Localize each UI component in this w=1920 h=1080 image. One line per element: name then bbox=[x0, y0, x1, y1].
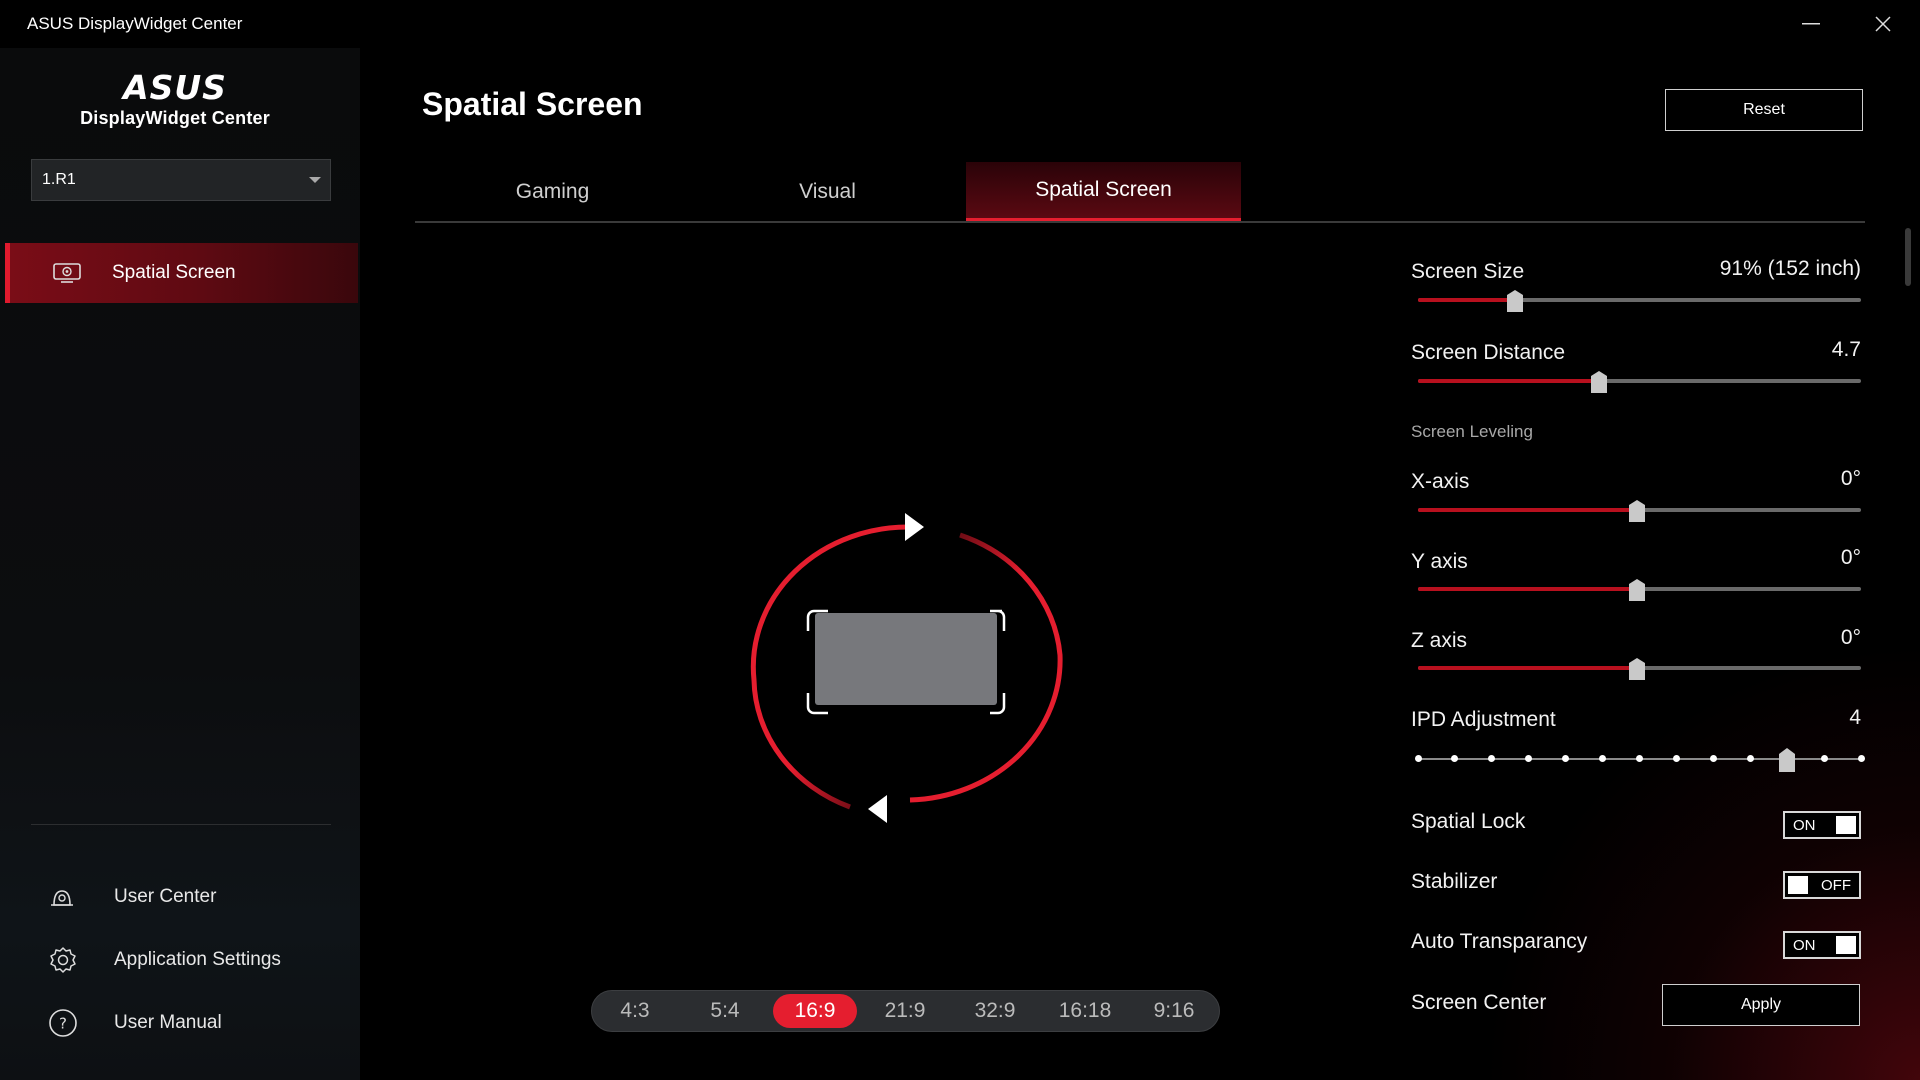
sidebar-item-application-settings[interactable]: Application Settings bbox=[48, 940, 281, 980]
ipd-adjustment-label: IPD Adjustment bbox=[1411, 708, 1556, 731]
ipd-step-dot[interactable] bbox=[1857, 755, 1865, 762]
device-select-value: 1.R1 bbox=[42, 171, 76, 188]
help-icon: ? bbox=[49, 1009, 77, 1037]
tab-gaming[interactable]: Gaming bbox=[415, 162, 690, 221]
sidebar: ASUS DisplayWidget Center 1.R1 Spatial S… bbox=[0, 48, 360, 1080]
ipd-stepped-slider[interactable] bbox=[1414, 748, 1865, 772]
ratio-option-16-18[interactable]: 16:18 bbox=[1043, 994, 1127, 1028]
aspect-ratio-selector: 4:3 5:4 16:9 21:9 32:9 16:18 9:16 bbox=[591, 990, 1220, 1032]
spatial-preview[interactable] bbox=[740, 505, 1070, 835]
sidebar-item-user-manual[interactable]: ? User Manual bbox=[48, 1003, 222, 1043]
ratio-option-16-9[interactable]: 16:9 bbox=[773, 994, 857, 1028]
auto-transparency-toggle[interactable]: ON bbox=[1783, 931, 1861, 959]
screen-center-label: Screen Center bbox=[1411, 991, 1547, 1014]
tab-bar: Gaming Visual Spatial Screen bbox=[415, 162, 1865, 223]
z-axis-label: Z axis bbox=[1411, 629, 1468, 652]
minimize-icon bbox=[1802, 23, 1820, 25]
ratio-option-9-16[interactable]: 9:16 bbox=[1132, 994, 1216, 1028]
spatial-lock-label: Spatial Lock bbox=[1411, 810, 1526, 833]
slider-thumb[interactable] bbox=[1629, 658, 1646, 680]
ipd-step-dot[interactable] bbox=[1451, 755, 1459, 762]
ipd-step-dot[interactable] bbox=[1746, 755, 1754, 762]
user-center-icon bbox=[51, 890, 73, 906]
ratio-option-32-9[interactable]: 32:9 bbox=[953, 994, 1037, 1028]
slider-thumb[interactable] bbox=[1590, 371, 1607, 393]
stabilizer-label: Stabilizer bbox=[1411, 870, 1498, 893]
sidebar-item-label: User Center bbox=[114, 886, 217, 907]
z-axis-value: 0° bbox=[1840, 626, 1861, 649]
screen-distance-value: 4.7 bbox=[1831, 338, 1861, 361]
sidebar-item-label: Application Settings bbox=[114, 949, 281, 970]
gear-icon bbox=[50, 947, 76, 973]
device-select[interactable]: 1.R1 bbox=[31, 159, 331, 201]
auto-transparency-label: Auto Transparancy bbox=[1411, 930, 1588, 953]
screen-distance-slider[interactable] bbox=[1418, 371, 1861, 393]
sidebar-divider bbox=[31, 824, 331, 825]
asus-logo: ASUS bbox=[120, 72, 227, 102]
sidebar-item-spatial-screen[interactable]: Spatial Screen bbox=[5, 243, 358, 303]
spatial-lock-toggle[interactable]: ON bbox=[1783, 811, 1861, 839]
x-axis-label: X-axis bbox=[1411, 470, 1470, 493]
screen-size-value: 91% (152 inch) bbox=[1719, 257, 1861, 280]
x-axis-slider[interactable] bbox=[1418, 500, 1861, 522]
screen-size-slider[interactable] bbox=[1418, 290, 1861, 312]
screen-distance-label: Screen Distance bbox=[1411, 341, 1566, 364]
window-title: ASUS DisplayWidget Center bbox=[27, 14, 243, 33]
ipd-step-dot[interactable] bbox=[1636, 755, 1643, 762]
toggle-state: ON bbox=[1793, 817, 1816, 834]
close-button[interactable] bbox=[1863, 8, 1903, 40]
ipd-step-dot[interactable] bbox=[1820, 755, 1828, 762]
y-axis-value: 0° bbox=[1840, 546, 1861, 569]
toggle-state: ON bbox=[1793, 937, 1816, 954]
ratio-option-21-9[interactable]: 21:9 bbox=[863, 994, 947, 1028]
screen-leveling-heading: Screen Leveling bbox=[1411, 422, 1533, 441]
ipd-step-dot[interactable] bbox=[1672, 755, 1680, 762]
brand-name: DisplayWidget Center bbox=[80, 108, 270, 128]
ipd-adjustment-value: 4 bbox=[1849, 706, 1861, 729]
sidebar-item-label: User Manual bbox=[114, 1012, 222, 1033]
y-axis-label: Y axis bbox=[1411, 550, 1468, 573]
ipd-step-dot[interactable] bbox=[1488, 755, 1496, 762]
virtual-screen bbox=[815, 613, 997, 705]
monitor-icon bbox=[53, 263, 81, 283]
minimize-button[interactable] bbox=[1791, 8, 1831, 40]
sidebar-item-label: Spatial Screen bbox=[112, 262, 236, 283]
slider-thumb[interactable] bbox=[1629, 579, 1646, 601]
svg-text:?: ? bbox=[59, 1015, 67, 1033]
x-axis-value: 0° bbox=[1840, 467, 1861, 490]
slider-thumb[interactable] bbox=[1507, 290, 1524, 312]
ipd-step-dot[interactable] bbox=[1525, 755, 1533, 762]
screen-size-label: Screen Size bbox=[1411, 260, 1525, 283]
tab-visual[interactable]: Visual bbox=[690, 162, 965, 221]
ipd-step-dot[interactable] bbox=[1599, 755, 1607, 762]
ipd-step-dot[interactable] bbox=[1709, 755, 1717, 762]
sidebar-item-user-center[interactable]: User Center bbox=[48, 877, 216, 917]
ratio-option-4-3[interactable]: 4:3 bbox=[593, 994, 677, 1028]
slider-thumb[interactable] bbox=[1629, 500, 1646, 522]
y-axis-slider[interactable] bbox=[1418, 579, 1861, 601]
svg-text:ASUS: ASUS bbox=[120, 72, 227, 102]
brand: ASUS DisplayWidget Center bbox=[0, 72, 350, 129]
chevron-down-icon bbox=[309, 177, 321, 183]
page-title: Spatial Screen bbox=[422, 86, 643, 122]
apply-button[interactable]: Apply bbox=[1662, 984, 1860, 1026]
stabilizer-toggle[interactable]: OFF bbox=[1783, 871, 1861, 899]
toggle-state: OFF bbox=[1821, 877, 1851, 894]
title-bar: ASUS DisplayWidget Center bbox=[0, 0, 1920, 48]
ratio-option-5-4[interactable]: 5:4 bbox=[683, 994, 767, 1028]
close-icon bbox=[1875, 16, 1891, 32]
reset-button[interactable]: Reset bbox=[1665, 89, 1863, 131]
z-axis-slider[interactable] bbox=[1418, 658, 1861, 680]
ipd-step-dot[interactable] bbox=[1414, 755, 1422, 762]
tab-spatial-screen[interactable]: Spatial Screen bbox=[966, 162, 1241, 221]
ipd-step-dot[interactable] bbox=[1562, 755, 1570, 762]
ipd-slider-thumb[interactable] bbox=[1779, 748, 1796, 772]
scrollbar-thumb[interactable] bbox=[1905, 228, 1911, 286]
